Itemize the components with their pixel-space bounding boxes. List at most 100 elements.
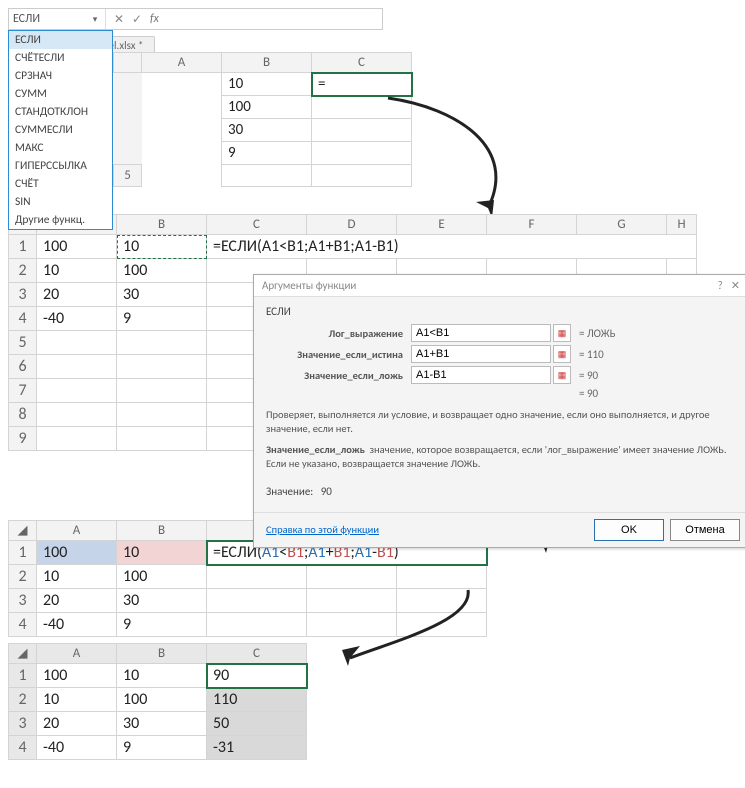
cell[interactable]: 100	[37, 664, 117, 688]
col-header[interactable]: C	[312, 53, 412, 73]
row-header[interactable]: 3	[9, 589, 37, 613]
cell[interactable]: 9	[117, 613, 207, 637]
cell[interactable]: 100	[37, 541, 117, 565]
cell[interactable]: 10	[37, 688, 117, 712]
grid-4[interactable]: ◢ A B C 1 100 10 90 2 10 100 110 3 20 30…	[8, 643, 307, 760]
row-header[interactable]: 1	[9, 541, 37, 565]
cell[interactable]: 30	[222, 119, 312, 142]
arg-input[interactable]	[411, 324, 551, 342]
cell[interactable]: 30	[117, 712, 207, 736]
range-picker-icon[interactable]: ▦	[553, 345, 571, 363]
row-header[interactable]	[114, 73, 142, 96]
col-header[interactable]: A	[37, 644, 117, 664]
cell[interactable]: 100	[37, 235, 117, 259]
ok-button[interactable]: OK	[594, 519, 664, 541]
cell[interactable]: -40	[37, 736, 117, 760]
cell-result[interactable]: 90	[207, 664, 307, 688]
col-header[interactable]: B	[222, 53, 312, 73]
formula-cancel-icon[interactable]: ✕	[110, 12, 128, 27]
select-all-corner[interactable]: ◢	[9, 644, 37, 664]
row-header[interactable]: 2	[9, 688, 37, 712]
dropdown-item[interactable]: СУММЕСЛИ	[9, 121, 112, 139]
dropdown-item[interactable]: СРЗНАЧ	[9, 67, 112, 85]
cell[interactable]: -40	[37, 613, 117, 637]
row-header[interactable]: 5	[9, 331, 37, 355]
cell[interactable]: 10	[117, 664, 207, 688]
cancel-button[interactable]: Отмена	[670, 519, 740, 541]
arg-input[interactable]	[411, 345, 551, 363]
col-header[interactable]: C	[207, 644, 307, 664]
select-all-corner[interactable]	[114, 53, 142, 73]
col-header[interactable]: C	[207, 215, 307, 235]
arg-input[interactable]	[411, 366, 551, 384]
cell[interactable]: 20	[37, 589, 117, 613]
cell[interactable]: 100	[117, 259, 207, 283]
row-header[interactable]: 1	[9, 664, 37, 688]
row-header[interactable]: 8	[9, 403, 37, 427]
grid-1[interactable]: A B C 10 = 100 30 9 5	[113, 52, 412, 187]
cell[interactable]: 30	[117, 589, 207, 613]
cell[interactable]: 100	[222, 96, 312, 119]
help-link[interactable]: Справка по этой функции	[266, 523, 379, 536]
row-header[interactable]: 4	[9, 307, 37, 331]
cell[interactable]: 10	[117, 541, 207, 565]
col-header[interactable]: D	[307, 215, 397, 235]
dropdown-item[interactable]: ЕСЛИ	[9, 31, 112, 49]
row-header[interactable]: 2	[9, 565, 37, 589]
range-picker-icon[interactable]: ▦	[553, 324, 571, 342]
function-dropdown[interactable]: ЕСЛИ СЧЁТЕСЛИ СРЗНАЧ СУММ СТАНДОТКЛОН СУ…	[8, 30, 113, 230]
dropdown-item[interactable]: СУММ	[9, 85, 112, 103]
cell[interactable]: 10	[222, 73, 312, 96]
col-header[interactable]: B	[117, 215, 207, 235]
cell[interactable]: -40	[37, 307, 117, 331]
cell[interactable]: 20	[37, 283, 117, 307]
cell[interactable]: 100	[117, 688, 207, 712]
row-header[interactable]: 6	[9, 355, 37, 379]
namebox-arrow-icon[interactable]: ▾	[89, 14, 101, 25]
col-header[interactable]: B	[117, 521, 207, 541]
cell[interactable]: 10	[117, 235, 207, 259]
row-header[interactable]: 2	[9, 259, 37, 283]
col-header[interactable]: F	[487, 215, 577, 235]
row-header[interactable]: 3	[9, 283, 37, 307]
col-header[interactable]: E	[397, 215, 487, 235]
row-header[interactable]: 9	[9, 427, 37, 451]
col-header[interactable]: A	[142, 53, 222, 73]
cell[interactable]: 9	[117, 307, 207, 331]
select-all-corner[interactable]: ◢	[9, 521, 37, 541]
col-header[interactable]: G	[577, 215, 667, 235]
dropdown-item[interactable]: Другие функц.	[9, 211, 112, 229]
col-header[interactable]: B	[117, 644, 207, 664]
row-header[interactable]: 7	[9, 379, 37, 403]
fx-label[interactable]: fx	[146, 12, 163, 26]
row-header[interactable]: 5	[114, 165, 142, 187]
col-header[interactable]: H	[667, 215, 697, 235]
cell-active[interactable]: =	[312, 73, 412, 96]
cell[interactable]	[312, 96, 412, 119]
cell[interactable]: 10	[37, 565, 117, 589]
cell-result[interactable]: 110	[207, 688, 307, 712]
dropdown-item[interactable]: СЧЁТ	[9, 175, 112, 193]
cell-result[interactable]: -31	[207, 736, 307, 760]
help-icon[interactable]: ?	[714, 279, 727, 292]
formula-accept-icon[interactable]: ✓	[128, 12, 146, 27]
range-picker-icon[interactable]: ▦	[553, 366, 571, 384]
row-header[interactable]: 4	[9, 613, 37, 637]
row-header[interactable]: 1	[9, 235, 37, 259]
dropdown-item[interactable]: СЧЁТЕСЛИ	[9, 49, 112, 67]
row-header[interactable]: 3	[9, 712, 37, 736]
cell[interactable]: 30	[117, 283, 207, 307]
cell-formula[interactable]: =ЕСЛИ(A1<B1;A1+B1;A1-B1)	[207, 235, 697, 259]
cell[interactable]: 10	[37, 259, 117, 283]
dropdown-item[interactable]: SIN	[9, 193, 112, 211]
cell[interactable]: 9	[222, 142, 312, 165]
col-header[interactable]: A	[37, 521, 117, 541]
cell-result[interactable]: 50	[207, 712, 307, 736]
dropdown-item[interactable]: ГИПЕРССЫЛКА	[9, 157, 112, 175]
close-icon[interactable]: ✕	[727, 279, 744, 292]
dropdown-item[interactable]: МАКС	[9, 139, 112, 157]
dialog-titlebar[interactable]: Аргументы функции ? ✕	[254, 275, 745, 297]
dropdown-item[interactable]: СТАНДОТКЛОН	[9, 103, 112, 121]
cell[interactable]	[142, 73, 222, 96]
cell[interactable]: 100	[117, 565, 207, 589]
